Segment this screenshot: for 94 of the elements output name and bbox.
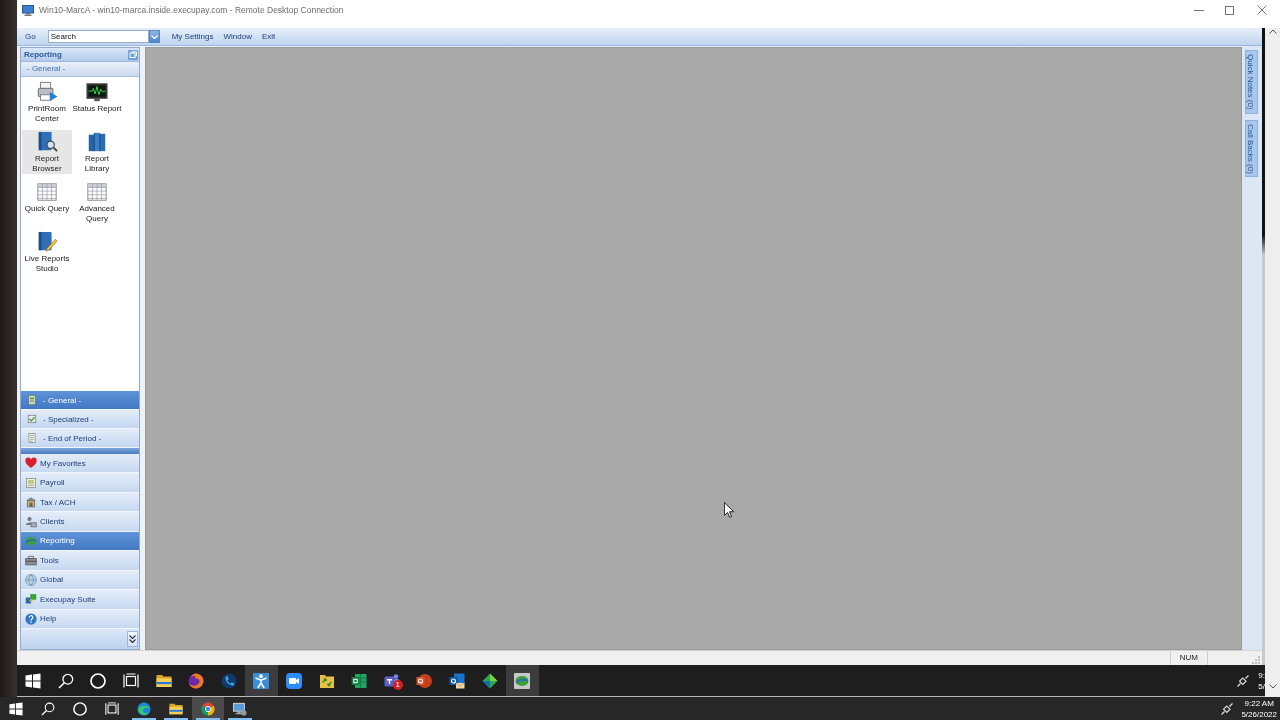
- dropdown-button[interactable]: [148, 30, 160, 43]
- toolbox-icon: [25, 554, 37, 567]
- heart-icon: [25, 457, 37, 470]
- check-sheet-icon: [27, 414, 37, 424]
- nav-item[interactable]: My Favorites: [21, 454, 139, 474]
- task-view-icon[interactable]: [105, 701, 119, 716]
- puzzle-icon: [25, 593, 37, 606]
- chevron-up-icon[interactable]: [1268, 29, 1277, 34]
- launcher-item[interactable]: Live Reports Studio: [22, 230, 72, 274]
- close-icon[interactable]: [1257, 5, 1267, 15]
- building-icon: [25, 496, 37, 509]
- monitor-icon: [22, 4, 34, 16]
- taskbar-button[interactable]: [245, 665, 278, 696]
- table-grid-icon: [36, 181, 58, 203]
- launcher-item[interactable]: Advanced Query: [72, 180, 122, 224]
- panel-toggle-icon[interactable]: [128, 49, 138, 60]
- chevron-down-icon: [150, 34, 158, 39]
- circle-icon[interactable]: [90, 672, 107, 689]
- launcher-item[interactable]: Report Browser: [22, 130, 72, 174]
- minimize-icon[interactable]: [1194, 9, 1204, 11]
- menu-item[interactable]: My Settings: [168, 32, 217, 41]
- video-camera-icon: [286, 672, 303, 689]
- wheel-icon: [201, 701, 215, 716]
- group-item[interactable]: - Specialized -: [21, 410, 139, 429]
- folder-arrows-icon: [318, 672, 335, 689]
- menu-item[interactable]: Window: [220, 32, 255, 41]
- ledger-icon: [25, 476, 37, 489]
- monitor-icon: [233, 701, 247, 716]
- nav-item[interactable]: Clients: [21, 512, 139, 532]
- launcher-item[interactable]: Report Library: [72, 130, 122, 174]
- launcher-item[interactable]: Status Report: [72, 80, 122, 114]
- clock-date: 5/26/2022: [1241, 708, 1277, 720]
- side-tab[interactable]: Quick Notes (0): [1245, 50, 1258, 114]
- document-icon: [27, 433, 37, 443]
- taskbar-button[interactable]: 1: [375, 665, 409, 696]
- start-icon[interactable]: [25, 672, 42, 689]
- books-icon: [86, 131, 108, 153]
- folder-icon: [169, 701, 183, 716]
- start-icon[interactable]: [9, 701, 23, 716]
- diamond-icon: [481, 672, 498, 689]
- circle-icon[interactable]: [73, 701, 87, 716]
- person-tile-icon: [253, 672, 270, 689]
- nav-item[interactable]: Execupay Suite: [21, 590, 139, 610]
- search-field[interactable]: Search: [47, 30, 149, 43]
- nav-item[interactable]: Reporting: [21, 531, 139, 552]
- help-icon: [25, 612, 37, 625]
- pointer-cursor-icon: [724, 502, 734, 518]
- spreadsheet-icon: [351, 672, 368, 689]
- launcher-item[interactable]: Quick Query: [22, 180, 72, 214]
- section-header: - General -: [21, 62, 139, 77]
- search-icon[interactable]: [41, 701, 55, 716]
- clock-date: 5/: [1258, 680, 1265, 692]
- group-item[interactable]: - General -: [21, 391, 139, 410]
- resize-grip-icon[interactable]: [1252, 656, 1260, 664]
- monitor-chart-icon: [86, 81, 108, 103]
- nav-item[interactable]: Tax / ACH: [21, 492, 139, 513]
- launcher-item[interactable]: PrintRoom Center: [22, 80, 72, 124]
- disc-icon: [25, 535, 37, 547]
- side-tab[interactable]: Call Backs (0): [1245, 119, 1258, 178]
- plug-icon[interactable]: [1237, 674, 1250, 687]
- panel-title: Reporting: [24, 50, 62, 59]
- nav-item[interactable]: Help: [21, 609, 139, 629]
- go-button[interactable]: Go: [25, 32, 36, 41]
- mail-icon: [449, 672, 465, 689]
- nav-item[interactable]: Global: [21, 570, 139, 591]
- disc-tile-icon: [514, 672, 531, 689]
- ledger-icon: [27, 395, 37, 405]
- taskbar-button[interactable]: [505, 665, 539, 696]
- menu-item[interactable]: Exit: [258, 32, 279, 41]
- nav-item[interactable]: Tools: [21, 551, 139, 571]
- nav-item[interactable]: Payroll: [21, 473, 139, 493]
- count-badge: 1: [392, 680, 403, 690]
- person-icon: [25, 515, 37, 528]
- search-icon[interactable]: [57, 672, 74, 689]
- maximize-icon[interactable]: [1225, 5, 1234, 15]
- printer-icon: [36, 81, 58, 103]
- group-item[interactable]: - End of Period -: [21, 429, 139, 448]
- chevron-down-icon[interactable]: [1268, 684, 1277, 689]
- plug-icon[interactable]: [1221, 702, 1234, 715]
- wave-icon: [137, 701, 151, 716]
- book-pencil-icon: [36, 231, 58, 253]
- table-grid-icon: [86, 181, 108, 203]
- double-chevron-down-icon: [129, 635, 136, 643]
- globe-icon: [25, 573, 37, 586]
- clock-time: 9:22 AM: [1244, 697, 1274, 709]
- phone-icon: [220, 672, 237, 689]
- presentation-icon: [416, 672, 433, 689]
- folder-icon: [155, 672, 172, 689]
- window-title: Win10-MarcA - win10-marca.inside.execupay.com - Remote Desktop Connection: [39, 5, 344, 15]
- flame-globe-icon: [188, 672, 205, 689]
- expand-button[interactable]: [127, 631, 138, 647]
- clock-time: 9:: [1258, 669, 1265, 681]
- book-magnifier-icon: [36, 131, 58, 153]
- task-view-icon[interactable]: [123, 672, 140, 689]
